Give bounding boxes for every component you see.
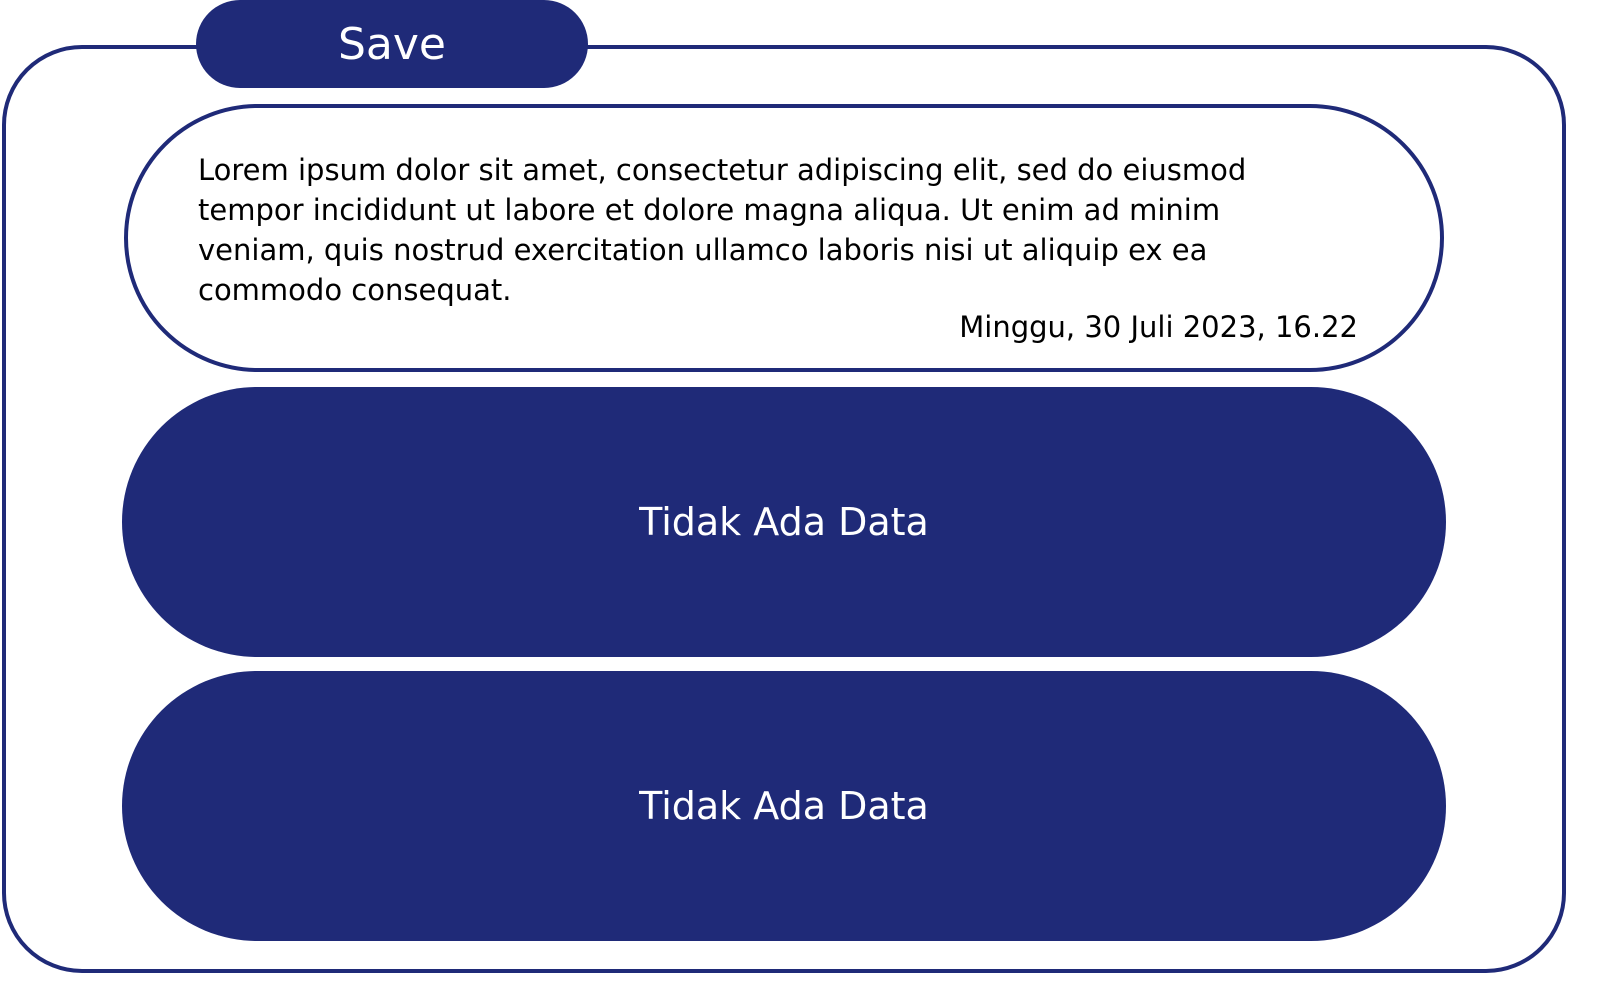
note-card: Lorem ipsum dolor sit amet, consectetur … <box>124 104 1444 372</box>
empty-data-label: Tidak Ada Data <box>639 500 929 544</box>
save-button[interactable]: Save <box>196 0 588 88</box>
empty-data-label: Tidak Ada Data <box>639 784 929 828</box>
empty-data-panel: Tidak Ada Data <box>122 387 1446 657</box>
note-text: Lorem ipsum dolor sit amet, consectetur … <box>198 153 1247 307</box>
note-timestamp: Minggu, 30 Juli 2023, 16.22 <box>959 310 1358 344</box>
empty-data-panel: Tidak Ada Data <box>122 671 1446 941</box>
